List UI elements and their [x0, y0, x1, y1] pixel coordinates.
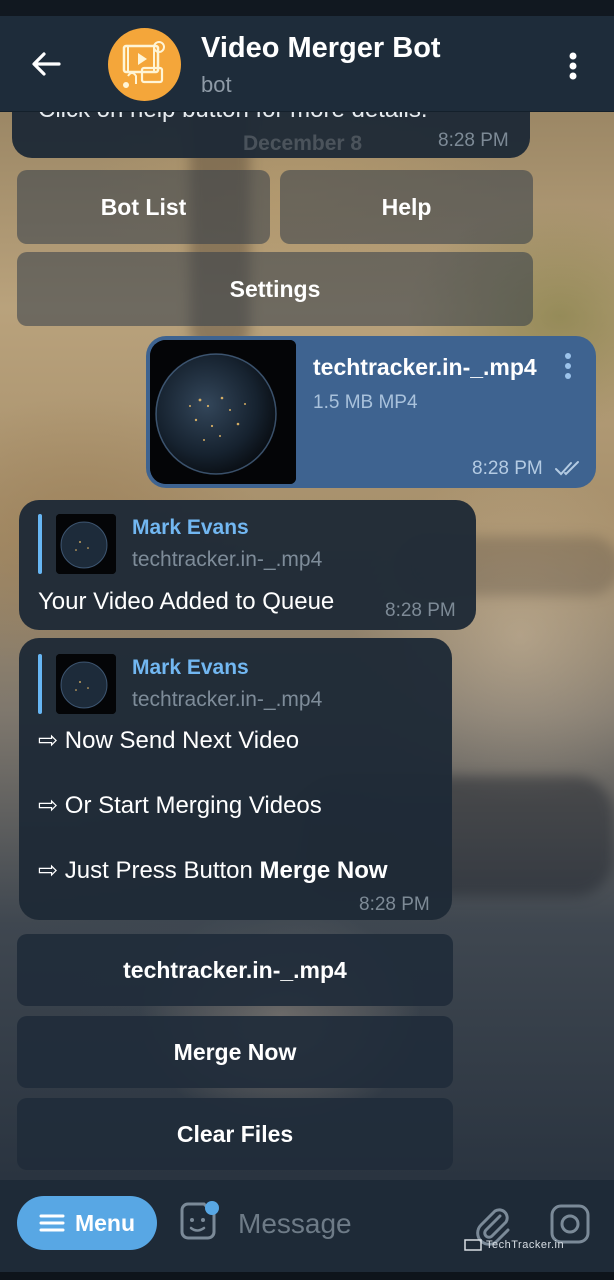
file-options-button[interactable] — [564, 352, 572, 385]
reply-file-name: techtracker.in-_.mp4 — [132, 688, 323, 711]
bot-avatar[interactable] — [108, 28, 181, 101]
earth-night-image — [56, 654, 116, 714]
status-bar — [0, 0, 614, 16]
video-thumbnail[interactable] — [150, 340, 296, 484]
merge-now-button[interactable]: Merge Now — [17, 1016, 453, 1088]
chat-title[interactable]: Video Merger Bot — [201, 32, 441, 65]
file-info: 1.5 MB MP4 — [313, 392, 418, 413]
reply-indicator — [38, 654, 42, 714]
reply-sender[interactable]: Mark Evans — [132, 656, 249, 680]
file-name[interactable]: techtracker.in-_.mp4 — [313, 354, 537, 381]
double-check-icon — [555, 461, 579, 476]
instruction-line-3-prefix: ⇨ Just Press Button — [38, 857, 260, 884]
merge-now-emphasis: Merge Now — [259, 857, 388, 884]
help-button[interactable]: Help — [280, 170, 533, 244]
file-button[interactable]: techtracker.in-_.mp4 — [17, 934, 453, 1006]
nav-bar-edge — [0, 1272, 614, 1280]
sticker-button[interactable] — [176, 1200, 220, 1244]
hamburger-icon — [39, 1214, 65, 1232]
back-arrow-icon — [32, 52, 61, 76]
file-message[interactable]: techtracker.in-_.mp4 1.5 MB MP4 8:28 PM — [146, 336, 596, 488]
clear-files-button[interactable]: Clear Files — [17, 1098, 453, 1170]
settings-button[interactable]: Settings — [17, 252, 533, 326]
earth-night-image — [56, 514, 116, 574]
composer-bar: Menu TechTracker.in — [0, 1180, 614, 1280]
more-vertical-icon — [569, 52, 577, 80]
earth-night-image — [150, 340, 296, 484]
watermark: TechTracker.in — [464, 1239, 564, 1251]
menu-label: Menu — [74, 1209, 136, 1236]
reply-thumbnail — [56, 654, 116, 714]
reply-indicator — [38, 514, 42, 574]
message-time: 8:28 PM — [438, 130, 509, 151]
more-options-button[interactable] — [556, 46, 590, 86]
intro-text: Click on help button for more details. — [38, 112, 428, 124]
instruction-line-1: ⇨ Now Send Next Video — [38, 727, 300, 754]
message-time: 8:28 PM — [359, 894, 430, 915]
watermark-text: TechTracker.in — [486, 1239, 565, 1251]
more-vertical-icon — [565, 353, 571, 379]
instructions-message[interactable]: Mark Evans techtracker.in-_.mp4 ⇨ Now Se… — [19, 638, 452, 920]
reply-sender[interactable]: Mark Evans — [132, 516, 249, 540]
reply-file-name: techtracker.in-_.mp4 — [132, 548, 323, 571]
chat-subtitle: bot — [201, 72, 232, 97]
message-text: Your Video Added to Queue — [38, 588, 335, 615]
queue-message[interactable]: Mark Evans techtracker.in-_.mp4 Your Vid… — [19, 500, 476, 630]
menu-button[interactable]: Menu — [17, 1196, 157, 1250]
video-merge-icon — [122, 41, 165, 88]
back-button[interactable] — [20, 44, 72, 84]
chat-header: Video Merger Bot bot — [0, 16, 614, 112]
message-list[interactable]: Click on help button for more details. 8… — [0, 112, 614, 1180]
message-input[interactable] — [238, 1202, 448, 1246]
reply-thumbnail — [56, 514, 116, 574]
message-time: 8:28 PM — [472, 458, 543, 479]
message-time: 8:28 PM — [385, 600, 456, 621]
sticker-icon — [180, 1201, 219, 1240]
bot-list-button[interactable]: Bot List — [17, 170, 270, 244]
instruction-line-2: ⇨ Or Start Merging Videos — [38, 792, 322, 819]
date-overlay: December 8 — [243, 132, 363, 155]
instruction-line-3: ⇨ Just Press Button Merge Now — [38, 856, 388, 885]
monitor-icon — [464, 1239, 482, 1251]
